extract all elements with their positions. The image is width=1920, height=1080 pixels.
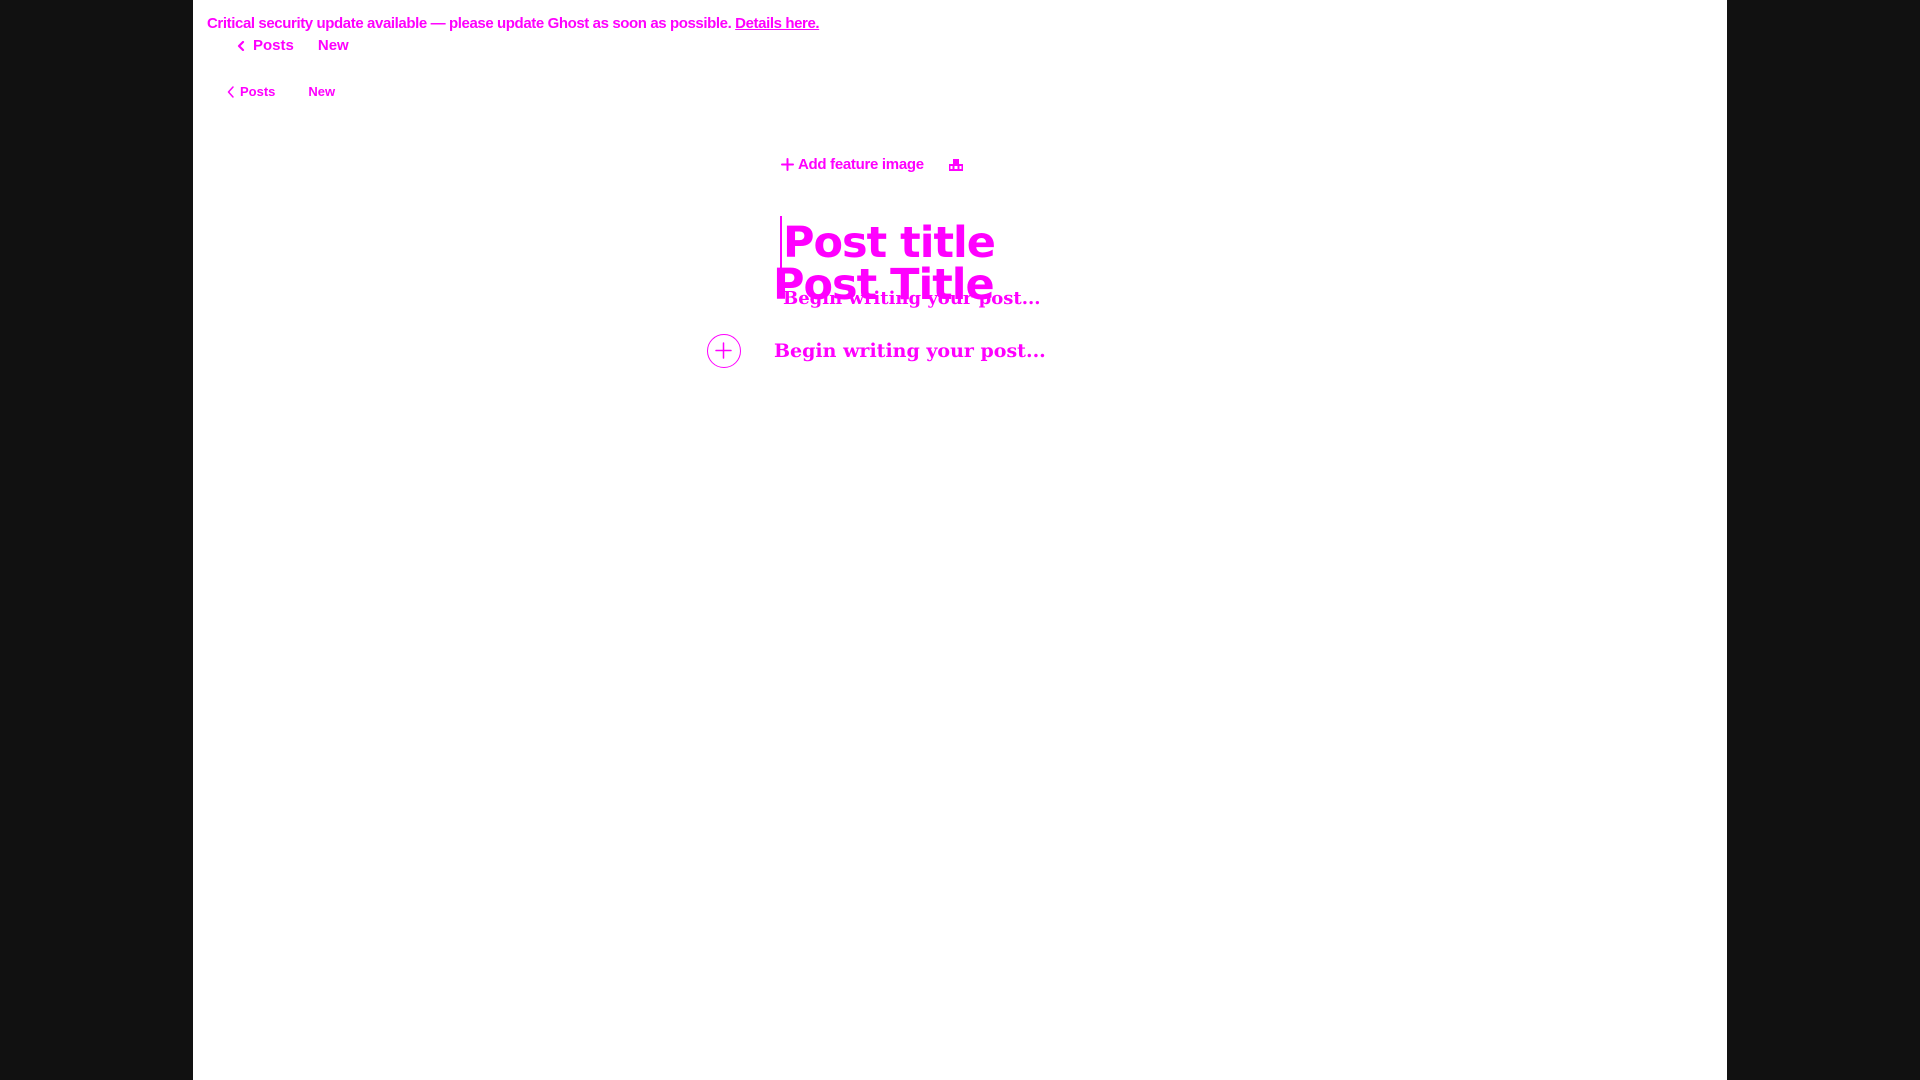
feature-image-controls: Add feature image	[781, 156, 964, 173]
add-feature-image-button[interactable]: Add feature image	[781, 156, 924, 173]
add-card-button[interactable]	[707, 334, 741, 368]
breadcrumb: Posts New	[237, 37, 349, 54]
post-title-input[interactable]: Post title	[783, 218, 996, 268]
security-alert-banner: Critical security update available — ple…	[207, 15, 820, 32]
back-to-posts-link[interactable]: Posts	[237, 37, 294, 54]
plus-circle-icon	[715, 342, 732, 359]
post-body-editor[interactable]: Begin writing your post...	[774, 340, 1046, 362]
image-upload-icon[interactable]	[948, 158, 964, 172]
chevron-left-icon	[237, 40, 245, 51]
editor-page: Critical security update available — ple…	[193, 0, 1727, 1080]
post-status-label: New	[317, 37, 349, 54]
alert-details-link[interactable]: Details here.	[735, 15, 819, 32]
chevron-left-icon	[227, 85, 234, 98]
back-to-posts-link-secondary[interactable]: Posts	[227, 84, 275, 99]
ghost-body-text: Begin writing your post...	[783, 288, 1041, 309]
alert-message: Critical security update available — ple…	[207, 15, 732, 32]
breadcrumb-secondary: Posts New	[227, 84, 335, 99]
add-feature-image-label: Add feature image	[798, 156, 924, 173]
text-caret	[780, 216, 782, 270]
back-label: Posts	[253, 37, 294, 54]
back-label-secondary: Posts	[240, 84, 276, 99]
plus-icon	[781, 158, 794, 171]
post-status-label-secondary: New	[308, 84, 336, 99]
